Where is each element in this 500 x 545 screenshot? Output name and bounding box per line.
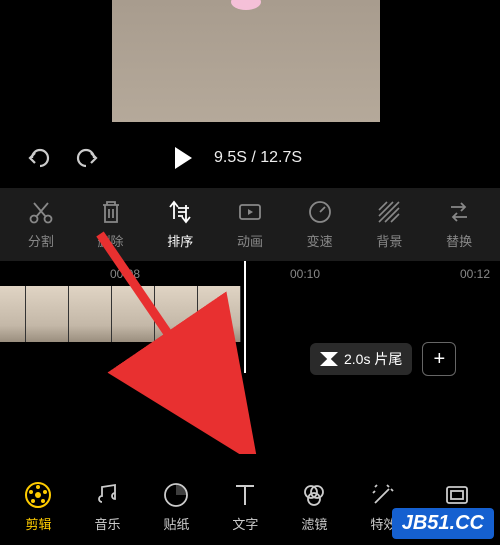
ruler-tick: 00:12 — [460, 267, 490, 281]
pip-icon — [442, 480, 472, 510]
sort-button[interactable]: 排序 — [167, 199, 193, 250]
nav-label: 贴纸 — [163, 514, 189, 533]
background-icon — [376, 199, 402, 225]
speed-icon — [307, 199, 333, 225]
trash-icon — [98, 199, 124, 225]
timeline[interactable]: 6 00:08 00:10 00:12 — [0, 261, 500, 342]
toolbar-label: 替换 — [446, 231, 472, 250]
time-display: 9.5S / 12.7S — [214, 149, 302, 167]
clip-thumbnail[interactable] — [0, 286, 26, 342]
edit-tab[interactable]: 剪辑 — [23, 480, 53, 533]
watermark: JB51.CC — [392, 508, 494, 539]
sticker-icon — [161, 480, 191, 510]
ruler-tick: 00:10 — [290, 267, 320, 281]
redo-button[interactable] — [74, 147, 100, 169]
magic-icon — [368, 480, 398, 510]
toolbar-label: 分割 — [28, 231, 54, 250]
add-clip-button[interactable]: + — [422, 342, 456, 376]
undo-button[interactable] — [26, 147, 52, 169]
sticker-tab[interactable]: 贴纸 — [161, 480, 191, 533]
toolbar-label: 动画 — [237, 231, 263, 250]
toolbar-label: 变速 — [307, 231, 333, 250]
clip-track[interactable] — [0, 286, 500, 342]
tail-clip-button[interactable]: 2.0s 片尾 — [310, 343, 412, 375]
clip-thumbnail[interactable] — [26, 286, 69, 342]
nav-label: 文字 — [232, 514, 258, 533]
bowtie-icon — [320, 352, 338, 366]
music-icon — [92, 480, 122, 510]
playback-bar: 9.5S / 12.7S — [0, 135, 500, 180]
animation-button[interactable]: 动画 — [237, 199, 263, 250]
play-button[interactable] — [172, 146, 194, 170]
video-preview[interactable] — [112, 0, 380, 122]
clip-thumbnail[interactable] — [69, 286, 112, 342]
text-tab[interactable]: 文字 — [230, 480, 260, 533]
sort-icon — [167, 199, 193, 225]
ruler-tick: 00:08 — [110, 267, 140, 281]
nav-label: 音乐 — [94, 514, 120, 533]
toolbar-label: 删除 — [98, 231, 124, 250]
tail-label: 2.0s 片尾 — [344, 349, 402, 369]
clip-thumbnail[interactable] — [155, 286, 198, 342]
tail-section: 2.0s 片尾 + — [310, 342, 456, 376]
filter-tab[interactable]: 滤镜 — [299, 480, 329, 533]
toolbar-label: 背景 — [376, 231, 402, 250]
playhead[interactable] — [244, 261, 246, 373]
clip-thumbnail[interactable] — [112, 286, 155, 342]
scissors-icon — [28, 199, 54, 225]
animation-icon — [237, 199, 263, 225]
time-ruler: 6 00:08 00:10 00:12 — [0, 261, 500, 286]
background-button[interactable]: 背景 — [376, 199, 402, 250]
nav-label: 剪辑 — [25, 514, 51, 533]
speed-button[interactable]: 变速 — [307, 199, 333, 250]
edit-toolbar: 分割 删除 排序 动画 变速 背景 替换 — [0, 188, 500, 261]
split-button[interactable]: 分割 — [28, 199, 54, 250]
plus-icon: + — [434, 348, 446, 371]
delete-button[interactable]: 删除 — [98, 199, 124, 250]
replace-button[interactable]: 替换 — [446, 199, 472, 250]
toolbar-label: 排序 — [167, 231, 193, 250]
film-icon — [23, 480, 53, 510]
replace-icon — [446, 199, 472, 225]
music-tab[interactable]: 音乐 — [92, 480, 122, 533]
text-icon — [230, 480, 260, 510]
clip-thumbnail[interactable] — [198, 286, 241, 342]
filter-icon — [299, 480, 329, 510]
nav-label: 滤镜 — [301, 514, 327, 533]
